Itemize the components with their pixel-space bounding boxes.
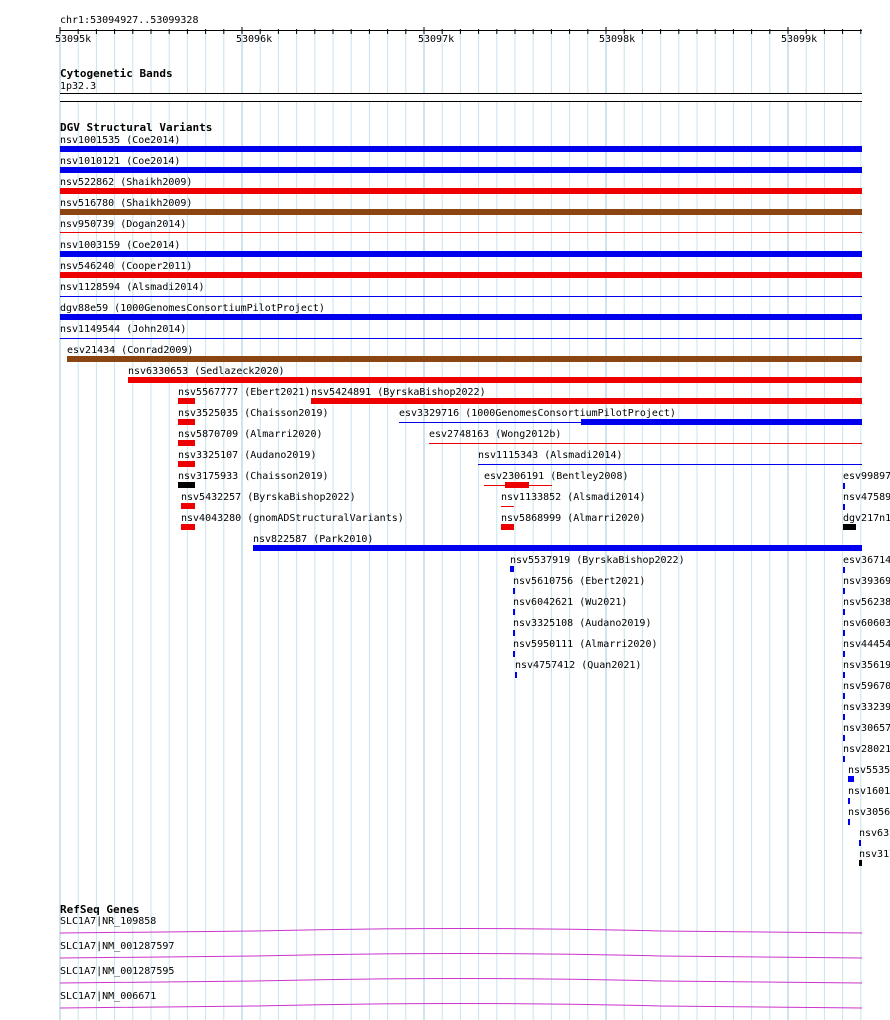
gene-line bbox=[59, 1003, 863, 1009]
gene-line bbox=[59, 978, 863, 984]
gene-line bbox=[59, 928, 863, 934]
gene-models[interactable] bbox=[0, 0, 890, 1020]
gene-line bbox=[59, 953, 863, 959]
